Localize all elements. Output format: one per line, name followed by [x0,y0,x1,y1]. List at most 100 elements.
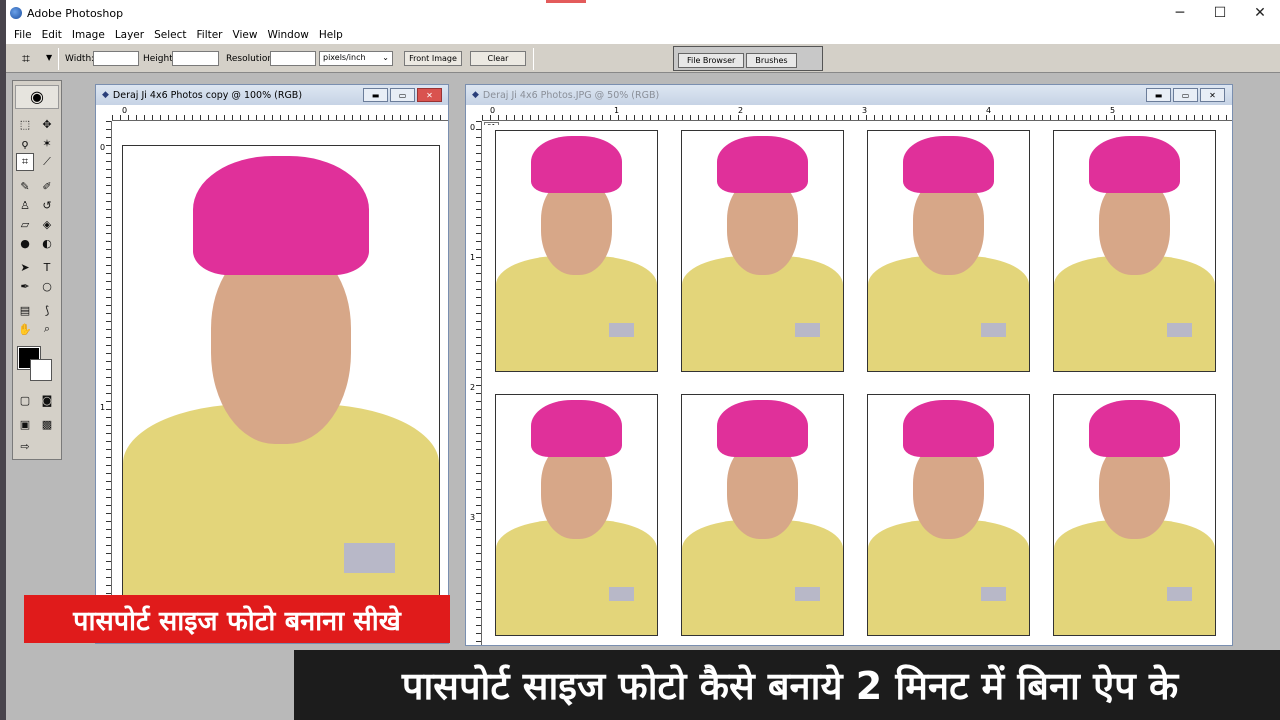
history-brush-icon[interactable]: ↺ [38,196,56,214]
ruler-tick-label: 2 [738,106,744,115]
vertical-ruler: 0 1 [96,121,112,643]
menu-window[interactable]: Window [262,29,313,41]
photo-face [913,179,984,275]
maximize-button[interactable]: ☐ [1200,0,1240,26]
notes-icon[interactable]: ▤ [16,301,34,319]
passport-photo-large [122,145,440,643]
separator [58,48,59,70]
height-label: Height: [143,54,176,64]
brush-icon[interactable]: ✐ [38,177,56,195]
marquee-icon[interactable]: ⬚ [16,115,34,133]
quick-mask-icon[interactable]: ◙ [38,391,56,409]
photoshop-feather-icon[interactable]: ◉ [15,85,59,109]
front-image-button[interactable]: Front Image [404,51,462,66]
photo-turban [531,135,622,194]
eraser-icon[interactable]: ▱ [16,215,34,233]
type-icon[interactable]: T [38,258,56,276]
photo-turban [1089,135,1180,194]
horizontal-ruler: 0 [112,105,448,121]
photo-pocket [344,542,395,573]
slice-icon[interactable]: ⟋ [38,153,56,171]
ruler-tick-label: 1 [100,403,106,412]
maximize-button[interactable]: ▭ [1173,88,1198,102]
tab-brushes[interactable]: Brushes [746,53,797,68]
ruler-tick-label: 4 [986,106,992,115]
passport-photo-thumbnail [867,130,1030,372]
photo-turban [717,399,808,458]
standard-mode-icon[interactable]: ▢ [16,391,34,409]
passport-photo-thumbnail [495,130,658,372]
document-titlebar[interactable]: ◆ Deraj Ji 4x6 Photos copy @ 100% (RGB) … [96,85,448,105]
ruler-tick-label: 0 [122,106,128,115]
path-selection-icon[interactable]: ➤ [16,258,34,276]
menu-view[interactable]: View [228,29,263,41]
full-screen-mode-icon[interactable]: ▩ [38,415,56,433]
photo-pocket-pen [980,323,1007,338]
tab-file-browser[interactable]: File Browser [678,53,745,68]
photo-face [1099,443,1170,539]
shape-icon[interactable]: ○ [38,277,56,295]
maximize-button[interactable]: ▭ [390,88,415,102]
close-button[interactable]: ✕ [417,88,442,102]
menu-image[interactable]: Image [67,29,110,41]
height-input[interactable] [172,51,219,66]
eyedropper-icon[interactable]: ⟆ [38,301,56,319]
photo-turban [1089,399,1180,458]
healing-brush-icon[interactable]: ✎ [16,177,34,195]
resolution-unit-select[interactable]: pixels/inch ⌄ [319,51,393,66]
options-bar: ⌗ ▼ Width: Height: Resolution: pixels/in… [6,43,1280,73]
caption-banner-large: पासपोर्ट साइज फोटो कैसे बनाये 2 मिनट में… [294,650,1280,720]
close-button[interactable]: ✕ [1240,0,1280,26]
menu-layer[interactable]: Layer [110,29,149,41]
jump-to-imageready-icon[interactable]: ⇨ [16,437,34,455]
chevron-down-icon[interactable]: ▼ [46,53,52,62]
horizontal-ruler: 0 1 2 3 4 5 [482,105,1232,121]
clone-stamp-icon[interactable]: ♙ [16,196,34,214]
photo-pocket-pen [1166,323,1193,338]
ruler-tick-marks [482,115,1232,120]
lasso-icon[interactable]: ϙ [16,134,34,152]
crop-icon[interactable]: ⌗ [16,153,34,171]
menu-help[interactable]: Help [314,29,348,41]
minimize-button[interactable]: ─ [1160,0,1200,26]
passport-photo-thumbnail [1053,130,1216,372]
ruler-tick-label: 2 [470,383,476,392]
close-button[interactable]: ✕ [1200,88,1225,102]
photoshop-document-icon: ◆ [102,90,109,100]
zoom-icon[interactable]: ⌕ [38,320,56,338]
chevron-down-icon: ⌄ [382,53,389,62]
screen-mode-icon[interactable]: ▣ [16,415,34,433]
width-input[interactable] [93,51,139,66]
resolution-input[interactable] [270,51,316,66]
dodge-icon[interactable]: ◐ [38,234,56,252]
clear-button[interactable]: Clear [470,51,526,66]
photo-pocket-pen [794,323,821,338]
width-label: Width: [65,54,95,64]
photo-face [541,443,612,539]
document-title: Deraj Ji 4x6 Photos.JPG @ 50% (RGB) [482,89,660,101]
ruler-tick-label: 0 [490,106,496,115]
paint-bucket-icon[interactable]: ◈ [38,215,56,233]
photo-face [211,245,351,444]
menu-file[interactable]: File [9,29,37,41]
menu-filter[interactable]: Filter [192,29,228,41]
background-color-swatch[interactable] [30,359,52,381]
photoshop-window: Adobe Photoshop ─ ☐ ✕ File Edit Image La… [0,0,1280,720]
pen-icon[interactable]: ✒ [16,277,34,295]
ruler-tick-marks [106,121,111,643]
magic-wand-icon[interactable]: ✶ [38,134,56,152]
crop-icon[interactable]: ⌗ [22,51,30,67]
ruler-tick-marks [112,115,448,120]
ruler-tick-label: 0 [470,123,476,132]
move-icon[interactable]: ✥ [38,115,56,133]
passport-photo-thumbnail [495,394,658,636]
document-titlebar[interactable]: ◆ Deraj Ji 4x6 Photos.JPG @ 50% (RGB) ▬ … [466,85,1232,105]
ruler-tick-label: 0 [100,143,106,152]
menu-select[interactable]: Select [149,29,191,41]
photo-face [727,179,798,275]
minimize-button[interactable]: ▬ [363,88,388,102]
blur-icon[interactable]: ● [16,234,34,252]
minimize-button[interactable]: ▬ [1146,88,1171,102]
hand-icon[interactable]: ✋ [16,320,34,338]
menu-edit[interactable]: Edit [37,29,67,41]
